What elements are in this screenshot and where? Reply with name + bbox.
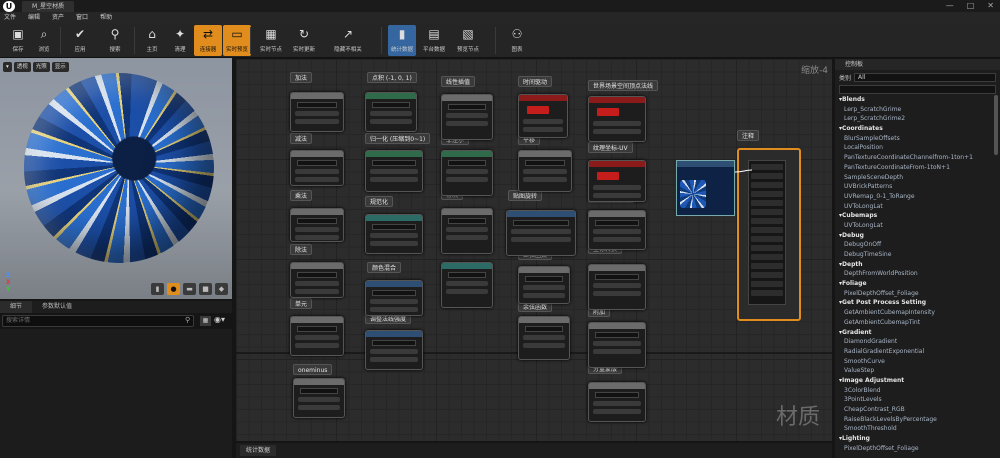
palette-panel: 控制板 类别 All ▾Blends Lerp_ScratchGrime Lerp_… <box>835 59 1000 458</box>
palette-item-label: LocalPosition <box>844 144 883 152</box>
category-row: 类别 All <box>839 73 996 82</box>
palette-category[interactable]: ▾Get Post Process Setting <box>835 298 1000 308</box>
palette-item-label: Blends <box>842 96 865 103</box>
palette-item[interactable]: GetAmbientCubemapIntensity <box>835 308 1000 318</box>
palette-item-label: PixelDepthOffset_Foliage <box>844 444 919 452</box>
palette-item[interactable]: Lerp_ScratchGrime <box>835 105 1000 115</box>
category-label: 类别 <box>839 75 852 82</box>
palette-item[interactable]: GetAmbientCubemapTint <box>835 318 1000 328</box>
palette-item[interactable]: PanTextureCoordinateChannelfrom-1ton+1 <box>835 153 1000 163</box>
palette-item[interactable]: RadialGradientExponential <box>835 347 1000 357</box>
palette-item-label: Lerp_ScratchGrime <box>844 105 902 113</box>
palette-item-label: BlurSampleOffsets <box>844 134 900 142</box>
palette-item-label: SmoothThreshold <box>844 425 897 433</box>
palette-item[interactable]: DiamondGradient <box>835 337 1000 347</box>
palette-item[interactable]: 3PointLevels <box>835 395 1000 405</box>
palette-item-label: RaiseBlackLevelsByPercentage <box>844 415 937 423</box>
palette-item[interactable]: DebugTimeSine <box>835 250 1000 260</box>
palette-item[interactable]: UVRemap_0-1_ToRange <box>835 192 1000 202</box>
palette-title: 控制板 <box>845 61 864 68</box>
palette-item[interactable]: CheapContrast_RGB <box>835 405 1000 415</box>
palette-item[interactable]: ValueStep <box>835 366 1000 376</box>
palette-item[interactable]: RaiseBlackLevelsByPercentage <box>835 415 1000 425</box>
palette-item-label: UVToLongLat <box>844 202 883 210</box>
palette-item-label: Coordinates <box>842 125 883 133</box>
palette-category[interactable]: ▾Foliage <box>835 279 1000 289</box>
palette-item-label: Get Post Process Setting <box>842 299 927 307</box>
palette-item[interactable]: BlurSampleOffsets <box>835 134 1000 144</box>
palette-item-label: CheapContrast_RGB <box>844 406 905 413</box>
palette-item-label: PanTextureCoordinateChannelfrom-1ton+1 <box>844 154 973 162</box>
palette-item[interactable]: LocalPosition <box>835 143 1000 153</box>
palette-search-input[interactable] <box>839 85 996 94</box>
palette-item-label: DiamondGradient <box>844 338 898 346</box>
palette-item-label: PixelDepthOffset_Foliage <box>844 289 919 297</box>
palette-item[interactable]: PixelDepthOffset_Foliage <box>835 444 1000 454</box>
palette-item[interactable]: UVBrickPatterns <box>835 182 1000 192</box>
palette-item-label: UVToLongLat <box>844 221 883 229</box>
palette-item-label: UVRemap_0-1_ToRange <box>844 192 915 200</box>
palette-item-label: DebugTimeSine <box>844 251 892 258</box>
palette-category[interactable]: ▾Image Adjustment <box>835 376 1000 386</box>
palette-item-label: Gradient <box>842 328 872 336</box>
palette-item-label: DepthFromWorldPosition <box>844 270 918 278</box>
palette-item-label: Image Adjustment <box>842 376 905 384</box>
palette-category[interactable]: ▾Depth <box>835 260 1000 270</box>
palette-header: 控制板 <box>835 59 1000 70</box>
palette-item[interactable]: Lerp_ScratchGrime2 <box>835 114 1000 124</box>
palette-list: ▾Blends Lerp_ScratchGrime Lerp_ScratchGrim… <box>835 95 1000 453</box>
palette-category[interactable]: ▾Blends <box>835 95 1000 105</box>
palette-item-label: 3ColorBlend <box>844 386 881 394</box>
palette-item-label: Lighting <box>842 435 870 443</box>
palette-item[interactable]: UVToLongLat <box>835 221 1000 231</box>
palette-item-label: SampleSceneDepth <box>844 173 904 181</box>
palette-item-label: ValueStep <box>844 367 875 375</box>
category-select[interactable]: All <box>854 73 996 82</box>
palette-item-label: RadialGradientExponential <box>844 347 925 355</box>
palette-search-row <box>839 85 996 94</box>
palette-item[interactable]: SampleSceneDepth <box>835 173 1000 183</box>
palette-item-label: Cubemaps <box>842 212 878 220</box>
palette-category[interactable]: ▾Lighting <box>835 434 1000 444</box>
palette-category[interactable]: ▾Cubemaps <box>835 211 1000 221</box>
palette-item-label: DebugOnOff <box>844 241 882 249</box>
palette-item-label: 3PointLevels <box>844 396 882 404</box>
wire-color <box>734 169 753 173</box>
palette-item-label: GetAmbientCubemapIntensity <box>844 309 935 317</box>
palette-item-label: Depth <box>842 260 863 268</box>
palette-item-label: SmoothCurve <box>844 357 885 365</box>
palette-item[interactable]: SmoothThreshold <box>835 424 1000 434</box>
palette-category[interactable]: ▾Coordinates <box>835 124 1000 134</box>
palette-item-label: Debug <box>842 231 864 239</box>
palette-item[interactable]: 3ColorBlend <box>835 386 1000 396</box>
palette-item[interactable]: PanTextureCoordinateFrom-1toN+1 <box>835 163 1000 173</box>
palette-item-label: UVBrickPatterns <box>844 183 893 191</box>
palette-category[interactable]: ▾Debug <box>835 231 1000 241</box>
palette-item[interactable]: DebugOnOff <box>835 240 1000 250</box>
palette-category[interactable]: ▾Gradient <box>835 328 1000 338</box>
palette-item[interactable]: PixelDepthOffset_Foliage <box>835 289 1000 299</box>
palette-item-label: PanTextureCoordinateFrom-1toN+1 <box>844 163 950 171</box>
tab-stats[interactable]: 统计数据 <box>240 445 277 456</box>
palette-item[interactable]: UVToLongLat <box>835 202 1000 212</box>
tab-stats-label: 统计数据 <box>246 447 271 454</box>
palette-scrollbar[interactable] <box>994 95 998 155</box>
palette-item[interactable]: SmoothCurve <box>835 357 1000 367</box>
palette-item[interactable]: DepthFromWorldPosition <box>835 269 1000 279</box>
palette-item-label: GetAmbientCubemapTint <box>844 318 921 326</box>
palette-item-label: Lerp_ScratchGrime2 <box>844 115 906 123</box>
palette-item-label: Foliage <box>842 280 867 288</box>
stats-bar: 统计数据 <box>236 443 832 458</box>
